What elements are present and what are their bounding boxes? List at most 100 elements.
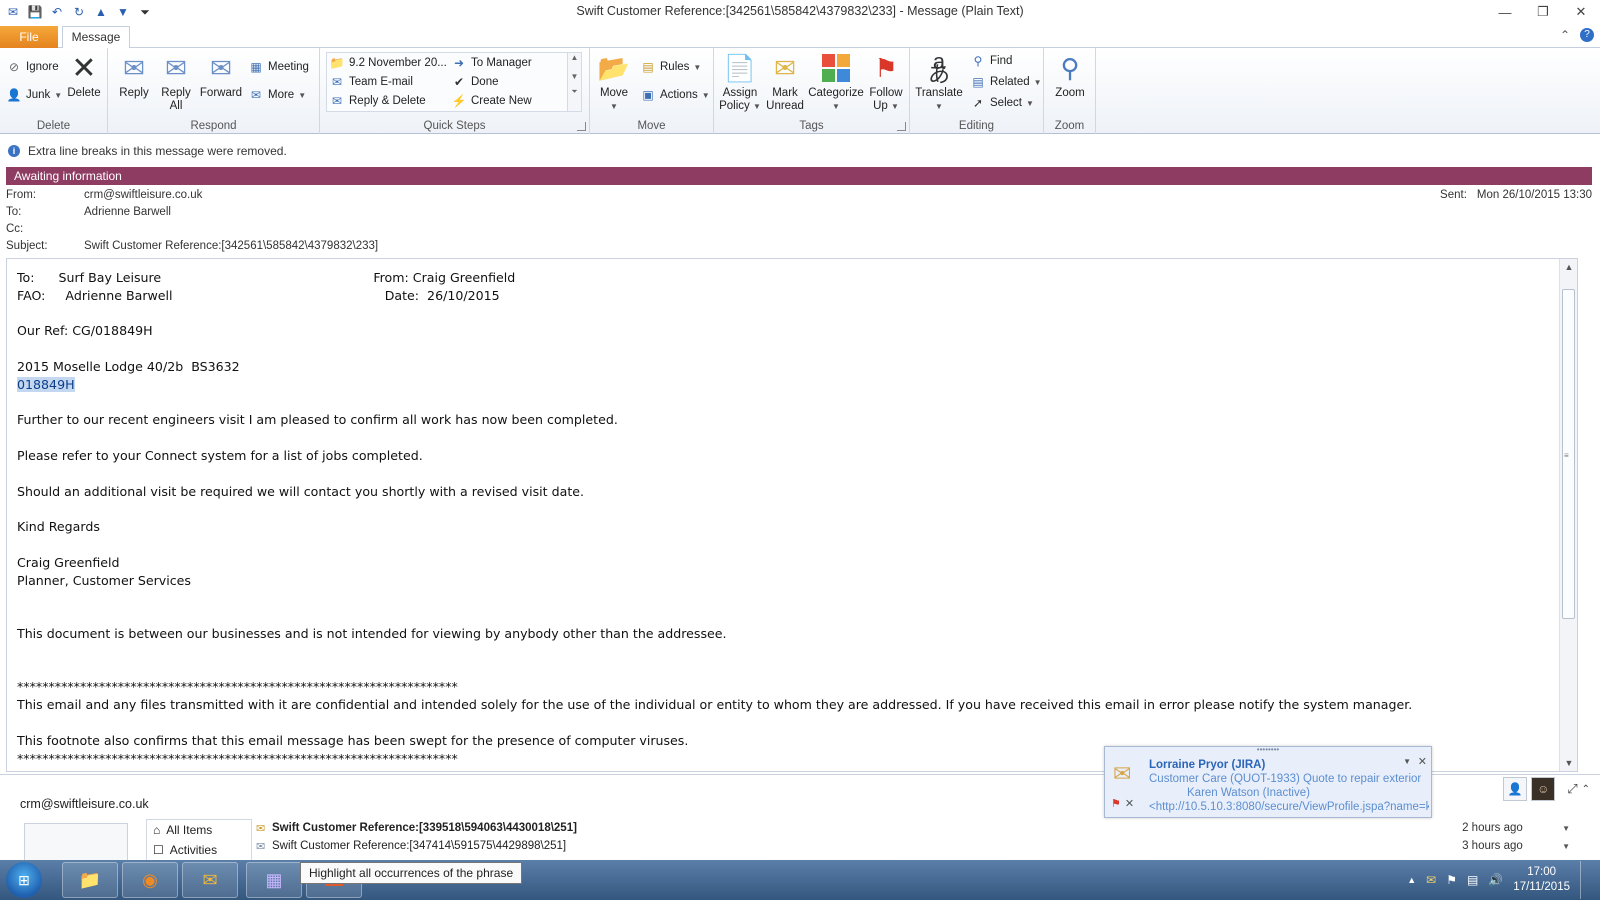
list-item[interactable]: ✉ Swift Customer Reference:[339518\59406… xyxy=(256,819,1570,837)
message-body[interactable]: To: Surf Bay Leisure From: Craig Greenfi… xyxy=(6,258,1578,772)
tab-file[interactable]: File xyxy=(0,26,58,48)
forward-button[interactable]: ✉ Forward xyxy=(198,52,244,100)
meeting-button[interactable]: ▦ Meeting xyxy=(248,58,309,76)
scroll-up-icon[interactable]: ▲ xyxy=(1560,259,1577,275)
body-text[interactable]: To: Surf Bay Leisure From: Craig Greenfi… xyxy=(17,269,1412,767)
to-label: To: xyxy=(6,206,22,218)
new-mail-notification[interactable]: •••••••• ✉ Lorraine Pryor (JIRA) Custome… xyxy=(1104,746,1432,818)
contact-photo[interactable]: ☺ xyxy=(1531,777,1556,801)
body-line: Craig Greenfield xyxy=(17,554,120,570)
follow-up-button[interactable]: ⚑ Follow Up ▼ xyxy=(864,52,908,113)
quick-step-team-email[interactable]: ✉ Team E-mail xyxy=(329,73,413,91)
junk-button[interactable]: 👤 Junk ▼ xyxy=(6,86,63,104)
delete-icon[interactable]: ✕ xyxy=(1125,797,1134,810)
volume-icon[interactable]: 🔊 xyxy=(1488,873,1503,887)
envelope-icon: ✉ xyxy=(256,822,266,835)
redo-icon[interactable]: ↻ xyxy=(70,3,88,21)
list-item[interactable]: ✉ Swift Customer Reference:[347414\59157… xyxy=(256,837,1570,855)
tab-activities[interactable]: ☐ Activities xyxy=(147,840,251,860)
to-value[interactable]: Adrienne Barwell xyxy=(84,206,171,223)
junk-icon: 👤 xyxy=(6,88,22,102)
tab-all-items[interactable]: ⌂ All Items xyxy=(147,820,251,840)
up-arrow-icon[interactable]: ▲ xyxy=(92,3,110,21)
quick-step-create-new[interactable]: ⚡ Create New xyxy=(451,92,532,110)
policy-icon: 📄 xyxy=(723,52,757,83)
cc-row: Cc: xyxy=(6,223,84,240)
show-desktop-button[interactable] xyxy=(1580,861,1590,899)
tab-message[interactable]: Message xyxy=(62,26,130,49)
help-icon[interactable]: ? xyxy=(1580,28,1594,42)
message-headers: From: crm@swiftleisure.co.uk To: Adrienn… xyxy=(0,187,1600,255)
chevron-down-icon[interactable]: ▼ xyxy=(1562,824,1570,833)
taskbar-outlook[interactable]: ✉ xyxy=(182,862,238,898)
flag-icon[interactable]: ⚑ xyxy=(1111,797,1121,810)
zoom-button[interactable]: ⚲ Zoom xyxy=(1050,52,1090,100)
chevron-down-icon: ▼ xyxy=(701,90,710,100)
tray-expand-icon[interactable]: ▲ xyxy=(1407,875,1416,885)
chevron-down-icon[interactable]: ▼ xyxy=(1403,757,1411,766)
body-line xyxy=(17,589,1412,607)
info-icon: i xyxy=(8,145,20,157)
actions-button[interactable]: ▣ Actions ▼ xyxy=(640,86,710,104)
related-button[interactable]: ▤ Related ▼ xyxy=(970,73,1041,91)
body-line: Our Ref: CG/018849H xyxy=(17,323,153,339)
quick-step-reply-delete[interactable]: ✉ Reply & Delete xyxy=(329,92,426,110)
expand-icon[interactable]: ⤢ xyxy=(1567,781,1577,797)
close-icon[interactable]: ✕ xyxy=(1562,0,1600,24)
save-icon[interactable]: 💾 xyxy=(26,3,44,21)
start-button[interactable]: ⊞ xyxy=(6,862,42,898)
from-value[interactable]: crm@swiftleisure.co.uk xyxy=(84,189,202,206)
quick-step-november[interactable]: 📁 9.2 November 20... xyxy=(329,54,447,72)
undo-icon[interactable]: ↶ xyxy=(48,3,66,21)
customize-icon[interactable]: ⏷ xyxy=(136,3,154,21)
envelope-icon[interactable]: ✉ xyxy=(4,3,22,21)
body-line: Should an additional visit be required w… xyxy=(17,483,585,499)
outlook-icon: ✉ xyxy=(202,869,218,890)
notification-actions: ⚑ ✕ xyxy=(1111,797,1134,810)
reply-all-button[interactable]: ✉ Reply All xyxy=(156,52,196,113)
quick-steps-scroll[interactable]: ▲ ▼ ⏷ xyxy=(567,53,581,111)
taskbar-app[interactable]: ▦ xyxy=(246,862,302,898)
taskbar-explorer[interactable]: 📁 xyxy=(62,862,118,898)
mark-unread-button[interactable]: ✉ Mark Unread xyxy=(764,52,806,113)
categorize-button[interactable]: Categorize ▼ xyxy=(806,52,866,113)
clock[interactable]: 17:00 17/11/2015 xyxy=(1513,865,1570,895)
chevron-down-icon[interactable]: ▼ xyxy=(1562,842,1570,851)
quick-step-done[interactable]: ✔ Done xyxy=(451,73,499,91)
translate-button[interactable]: aあ Translate ▼ xyxy=(914,51,964,113)
close-icon[interactable]: ✕ xyxy=(1418,755,1427,768)
scroll-down-icon[interactable]: ▼ xyxy=(1560,755,1577,771)
down-arrow-icon[interactable]: ▼ xyxy=(114,3,132,21)
collapse-pane-icon[interactable]: ⌃ xyxy=(1582,784,1590,795)
body-line-selected: 018849H xyxy=(17,376,1412,394)
selected-text[interactable]: 018849H xyxy=(17,376,75,392)
taskbar-firefox[interactable]: ◉ xyxy=(122,862,178,898)
body-scrollbar[interactable]: ▲ ≡ ▼ xyxy=(1559,259,1577,771)
collapse-ribbon-icon[interactable]: ⌃ xyxy=(1560,28,1570,42)
delete-button[interactable]: ✕ Delete xyxy=(64,52,104,100)
drag-handle[interactable]: •••••••• xyxy=(1105,746,1431,754)
quick-step-to-manager[interactable]: ➜ To Manager xyxy=(451,54,532,72)
reply-button[interactable]: ✉ Reply xyxy=(114,52,154,100)
network-icon[interactable]: ▤ xyxy=(1467,873,1478,887)
group-label-move: Move xyxy=(637,120,666,132)
assign-policy-button[interactable]: 📄 Assign Policy ▼ xyxy=(718,52,762,113)
more-button[interactable]: ✉ More ▼ xyxy=(248,86,306,104)
mail-tray-icon[interactable]: ✉ xyxy=(1426,873,1436,887)
scroll-down-icon[interactable]: ▼ xyxy=(568,72,581,81)
scroll-up-icon[interactable]: ▲ xyxy=(568,53,581,62)
expand-gallery-icon[interactable]: ⏷ xyxy=(568,87,581,97)
rules-icon: ▤ xyxy=(642,60,654,74)
people-pane-email[interactable]: crm@swiftleisure.co.uk xyxy=(20,797,149,811)
person-icon[interactable]: 👤 xyxy=(1503,777,1528,801)
move-button[interactable]: 📂 Move ▼ xyxy=(594,52,634,113)
flag-tray-icon[interactable]: ⚑ xyxy=(1446,873,1457,887)
restore-icon[interactable]: ❐ xyxy=(1524,0,1562,24)
rules-button[interactable]: ▤ Rules ▼ xyxy=(640,58,701,76)
chevron-down-icon: ▼ xyxy=(935,102,943,111)
info-bar[interactable]: i Extra line breaks in this message were… xyxy=(0,135,1600,167)
select-button[interactable]: ➚ Select ▼ xyxy=(970,94,1034,112)
ignore-button[interactable]: ⊘ Ignore xyxy=(6,58,59,76)
find-button[interactable]: ⚲ Find xyxy=(970,52,1013,70)
minimize-icon[interactable]: — xyxy=(1486,0,1524,24)
